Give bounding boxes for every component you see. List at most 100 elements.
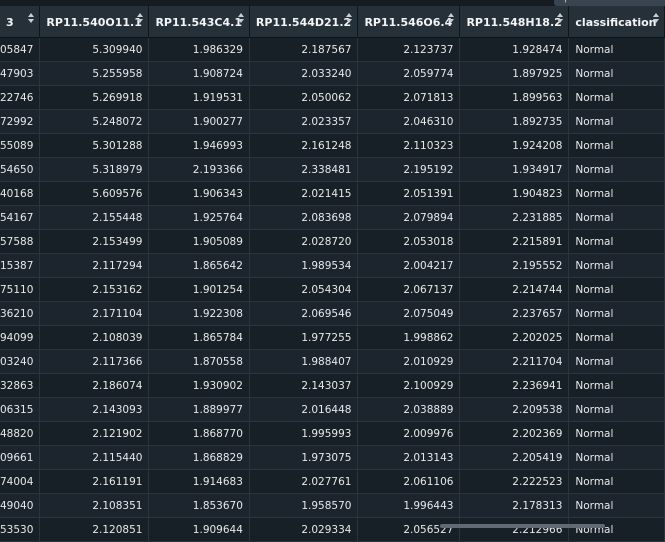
table-row: 72992 5.248072 1.900277 2.023357 2.046310 1.8… — [0, 109, 665, 134]
sort-icon[interactable] — [346, 13, 353, 29]
table-cell: 05847 — [0, 37, 41, 62]
table-cell: 2.231885 — [459, 205, 570, 230]
table-cell: 2.054304 — [249, 277, 359, 302]
table-row: 47903 5.255958 1.908724 2.033240 2.059774 1.8… — [0, 61, 665, 86]
table-row: 53530 2.120851 1.909644 2.029334 2.056527 2.2… — [0, 517, 665, 542]
table-cell: 2.222523 — [459, 469, 570, 494]
sort-icon[interactable] — [653, 13, 659, 29]
table-cell: 2.023357 — [249, 109, 359, 134]
table-cell: 2.171104 — [39, 301, 150, 326]
table-cell: 2.161248 — [249, 133, 359, 158]
table-cell: 1.919531 — [148, 85, 250, 110]
sort-icon[interactable] — [448, 13, 455, 29]
table-cell: 2.004217 — [357, 253, 461, 278]
table-cell: 47903 — [0, 61, 41, 86]
sort-icon[interactable] — [28, 13, 35, 29]
table-cell: Normal — [568, 85, 665, 110]
table-cell: Normal — [568, 61, 665, 86]
horizontal-scrollbar-thumb[interactable] — [440, 524, 605, 528]
column-header[interactable]: RP11.543C4.1 — [148, 6, 250, 38]
table-cell: 1.946993 — [148, 133, 250, 158]
table-cell: 2.050062 — [249, 85, 359, 110]
table-cell: 2.237657 — [459, 301, 570, 326]
table-cell: 2.153162 — [39, 277, 150, 302]
table-cell: 57588 — [0, 229, 41, 254]
table-cell: 2.108351 — [39, 493, 150, 518]
table-cell: 2.214744 — [459, 277, 570, 302]
table-cell: 2.059774 — [357, 61, 461, 86]
table-cell: 2.202369 — [459, 421, 570, 446]
table-cell: 1.904823 — [459, 181, 570, 206]
column-header-label: RP11.544D21.2 — [255, 16, 352, 29]
table-cell: 2.205419 — [459, 445, 570, 470]
table-cell: Normal — [568, 133, 665, 158]
table-row: 32863 2.186074 1.930902 2.143037 2.100929 2.2… — [0, 373, 665, 398]
table-cell: 1.897925 — [459, 61, 570, 86]
table-cell: 1.914683 — [148, 469, 250, 494]
table-cell: 40168 — [0, 181, 41, 206]
table-cell: 2.051391 — [357, 181, 461, 206]
table-cell: 2.115440 — [39, 445, 150, 470]
column-header-label: RP11.548H18.2 — [466, 16, 562, 29]
table-cell: 22746 — [0, 85, 41, 110]
table-cell: 2.071813 — [357, 85, 461, 110]
table-cell: 1.924208 — [459, 133, 570, 158]
column-header[interactable]: RP11.548H18.2 — [459, 6, 570, 38]
table-cell: 2.100929 — [357, 373, 461, 398]
column-header[interactable]: RP11.540O11.1 — [39, 6, 150, 38]
table-cell: Normal — [568, 109, 665, 134]
table-cell: Normal — [568, 301, 665, 326]
table-header: 3 RP11.540O11.1 RP11.543C4.1 RP11.544D21.2 R… — [0, 6, 665, 38]
table-cell: 36210 — [0, 301, 41, 326]
table-row: 75110 2.153162 1.901254 2.054304 2.067137 2.2… — [0, 277, 665, 302]
table-cell: Normal — [568, 253, 665, 278]
data-table: 3 RP11.540O11.1 RP11.543C4.1 RP11.544D21.2 R… — [0, 6, 665, 542]
table-cell: 1.853670 — [148, 493, 250, 518]
table-row: 05847 5.309940 1.986329 2.187567 2.123737 1.9… — [0, 37, 665, 62]
table-cell: Normal — [568, 325, 665, 350]
table-cell: Normal — [568, 493, 665, 518]
table-cell: 2.117366 — [39, 349, 150, 374]
table-cell: 2.161191 — [39, 469, 150, 494]
table-cell: 1.900277 — [148, 109, 250, 134]
table-cell: 1.906343 — [148, 181, 250, 206]
table-cell: 2.215891 — [459, 229, 570, 254]
table-row: 74004 2.161191 1.914683 2.027761 2.061106 2.2… — [0, 469, 665, 494]
table-row: 57588 2.153499 1.905089 2.028720 2.053018 2.2… — [0, 229, 665, 254]
table-cell: 1.925764 — [148, 205, 250, 230]
table-row: 94099 2.108039 1.865784 1.977255 1.998862 2.2… — [0, 325, 665, 350]
table-cell: 1.996443 — [357, 493, 461, 518]
table-cell: 75110 — [0, 277, 41, 302]
column-header-label: RP11.546O6.4 — [364, 16, 453, 29]
table-row: 49040 2.108351 1.853670 1.958570 1.996443 2.1… — [0, 493, 665, 518]
table-cell: 94099 — [0, 325, 41, 350]
table-cell: Normal — [568, 181, 665, 206]
table-cell: 2.195552 — [459, 253, 570, 278]
table-cell: 2.038889 — [357, 397, 461, 422]
table-cell: 2.153499 — [39, 229, 150, 254]
table-row: 54650 5.318979 2.193366 2.338481 2.195192 1.9… — [0, 157, 665, 182]
table-row: 54167 2.155448 1.925764 2.083698 2.079894 2.2… — [0, 205, 665, 230]
table-cell: 1.989534 — [249, 253, 359, 278]
sort-icon[interactable] — [137, 13, 144, 29]
column-header[interactable]: RP11.544D21.2 — [249, 6, 359, 38]
table-cell: 1.868829 — [148, 445, 250, 470]
table-cell: 2.010929 — [357, 349, 461, 374]
column-header[interactable]: 3 — [0, 6, 41, 38]
table-cell: 1.889977 — [148, 397, 250, 422]
column-header[interactable]: RP11.546O6.4 — [357, 6, 461, 38]
table-cell: 5.309940 — [39, 37, 150, 62]
table-cell: 09661 — [0, 445, 41, 470]
column-header-label: RP11.540O11.1 — [46, 16, 142, 29]
table-cell: 1.930902 — [148, 373, 250, 398]
table-cell: 1.998862 — [357, 325, 461, 350]
table-cell: 72992 — [0, 109, 41, 134]
table-cell: 2.209538 — [459, 397, 570, 422]
column-header[interactable]: classification — [568, 6, 665, 38]
table-cell: 1.973075 — [249, 445, 359, 470]
table-cell: 1.899563 — [459, 85, 570, 110]
table-cell: 2.027761 — [249, 469, 359, 494]
sort-icon[interactable] — [557, 13, 564, 29]
table-cell: Normal — [568, 397, 665, 422]
sort-icon[interactable] — [237, 13, 244, 29]
